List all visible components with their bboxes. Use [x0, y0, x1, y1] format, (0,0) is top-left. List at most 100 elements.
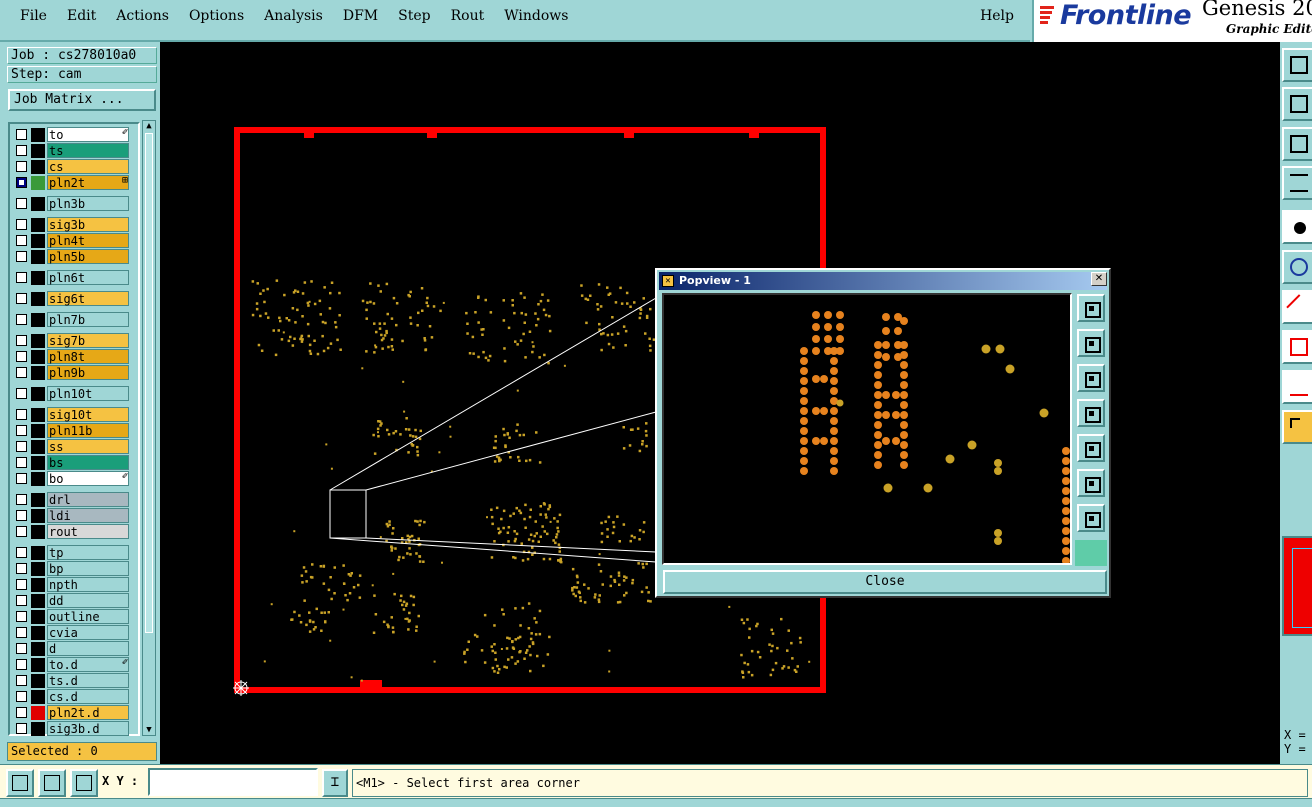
- scroll-thumb[interactable]: [145, 133, 153, 633]
- layer-checkbox[interactable]: [16, 388, 27, 399]
- layer-checkbox[interactable]: [16, 351, 27, 362]
- layer-name[interactable]: dd: [47, 593, 129, 608]
- layer-up-icon[interactable]: [1282, 48, 1312, 82]
- layer-checkbox[interactable]: [16, 547, 27, 558]
- zoom-in-icon[interactable]: [1077, 469, 1105, 497]
- popview-close-button[interactable]: Close: [663, 570, 1107, 594]
- layer-row-bo[interactable]: bo ✐: [12, 471, 130, 487]
- layer-checkbox[interactable]: [16, 611, 27, 622]
- menu-dfm[interactable]: DFM: [333, 6, 388, 26]
- layer-name[interactable]: bo: [47, 471, 129, 486]
- layer-name[interactable]: pln6t: [47, 270, 129, 285]
- layer-checkbox[interactable]: [16, 457, 27, 468]
- layer-color-swatch[interactable]: [31, 271, 45, 285]
- layer-color-swatch[interactable]: [31, 387, 45, 401]
- close-icon[interactable]: ✕: [1091, 272, 1107, 286]
- overview-map[interactable]: [1282, 536, 1312, 636]
- layer-name[interactable]: sig10t: [47, 407, 129, 422]
- menu-file[interactable]: File: [10, 6, 57, 26]
- layer-checkbox[interactable]: [16, 314, 27, 325]
- layer-name[interactable]: drl: [47, 492, 129, 507]
- job-matrix-button[interactable]: Job Matrix ...: [8, 89, 156, 111]
- layer-checkbox[interactable]: [16, 177, 27, 188]
- layer-row-pln10t[interactable]: pln10t: [12, 386, 130, 402]
- layer-checkbox[interactable]: [16, 425, 27, 436]
- layer-checkbox[interactable]: [16, 707, 27, 718]
- layer-color-swatch[interactable]: [31, 626, 45, 640]
- layer-color-swatch[interactable]: [31, 160, 45, 174]
- layer-name[interactable]: ss: [47, 439, 129, 454]
- menu-rout[interactable]: Rout: [441, 6, 495, 26]
- layer-checkbox[interactable]: [16, 129, 27, 140]
- layer-name[interactable]: pln10t: [47, 386, 129, 401]
- layer-name[interactable]: npth: [47, 577, 129, 592]
- layer-name[interactable]: sig7b: [47, 333, 129, 348]
- measure-icon[interactable]: [1282, 166, 1312, 200]
- layer-row-outline[interactable]: outline: [12, 609, 130, 625]
- menu-options[interactable]: Options: [179, 6, 254, 26]
- layer-row-sig7b[interactable]: sig7b: [12, 333, 130, 349]
- layer-row-to[interactable]: to ✐: [12, 127, 130, 143]
- layer-name[interactable]: cs: [47, 159, 129, 174]
- layer-checkbox[interactable]: [16, 627, 27, 638]
- layer-name[interactable]: pln2t: [47, 175, 129, 190]
- layer-row-pln7b[interactable]: pln7b: [12, 312, 130, 328]
- layer-color-swatch[interactable]: [31, 493, 45, 507]
- layer-checkbox[interactable]: [16, 293, 27, 304]
- layer-row-rout[interactable]: rout: [12, 524, 130, 540]
- layer-checkbox[interactable]: [16, 198, 27, 209]
- layer-row-pln8t[interactable]: pln8t: [12, 349, 130, 365]
- layer-row-cvia[interactable]: cvia: [12, 625, 130, 641]
- layer-color-swatch[interactable]: [31, 578, 45, 592]
- layer-checkbox[interactable]: [16, 473, 27, 484]
- layer-name[interactable]: cs.d: [47, 689, 129, 704]
- layer-row-pln11b[interactable]: pln11b: [12, 423, 130, 439]
- layer-row-pln6t[interactable]: pln6t: [12, 270, 130, 286]
- layer-checkbox[interactable]: [16, 675, 27, 686]
- layer-checkbox[interactable]: [16, 494, 27, 505]
- popview-window[interactable]: ✕ Popview - 1 ✕ Close: [655, 268, 1111, 598]
- layer-checkbox[interactable]: [16, 335, 27, 346]
- pad-tool-icon[interactable]: [1282, 210, 1312, 244]
- layer-row-pln5b[interactable]: pln5b: [12, 249, 130, 265]
- layer-color-swatch[interactable]: [31, 456, 45, 470]
- layer-color-swatch[interactable]: [31, 218, 45, 232]
- pan-up-icon[interactable]: [1077, 329, 1105, 357]
- layer-color-swatch[interactable]: [31, 366, 45, 380]
- layer-color-swatch[interactable]: [31, 706, 45, 720]
- menu-step[interactable]: Step: [388, 6, 440, 26]
- layer-name[interactable]: pln8t: [47, 349, 129, 364]
- layer-row-sig3b-d[interactable]: sig3b.d: [12, 721, 130, 737]
- layer-color-swatch[interactable]: [31, 722, 45, 736]
- layer-name[interactable]: bs: [47, 455, 129, 470]
- layer-name[interactable]: to.d: [47, 657, 129, 672]
- layer-name[interactable]: pln11b: [47, 423, 129, 438]
- window-menu-icon[interactable]: ✕: [662, 275, 674, 287]
- resize-icon[interactable]: [1282, 127, 1312, 161]
- angle-snap-icon[interactable]: [38, 769, 66, 797]
- xy-input[interactable]: [148, 768, 318, 796]
- layer-name[interactable]: pln9b: [47, 365, 129, 380]
- layer-row-pln3b[interactable]: pln3b: [12, 196, 130, 212]
- layer-color-swatch[interactable]: [31, 424, 45, 438]
- layer-checkbox[interactable]: [16, 691, 27, 702]
- layer-row-ts[interactable]: ts: [12, 143, 130, 159]
- polygon-tool-icon[interactable]: [1282, 370, 1312, 404]
- layer-row-d[interactable]: d: [12, 641, 130, 657]
- layer-checkbox[interactable]: [16, 161, 27, 172]
- layer-color-swatch[interactable]: [31, 610, 45, 624]
- cursor-bar-icon[interactable]: ⌶: [322, 769, 348, 797]
- shape-tool-icon[interactable]: [1282, 330, 1312, 364]
- menu-windows[interactable]: Windows: [494, 6, 578, 26]
- layer-checkbox[interactable]: [16, 409, 27, 420]
- pan-right-icon[interactable]: [1077, 434, 1105, 462]
- layer-name[interactable]: pln5b: [47, 249, 129, 264]
- layer-color-swatch[interactable]: [31, 292, 45, 306]
- popview-canvas[interactable]: [662, 293, 1072, 565]
- layer-scrollbar[interactable]: ▲ ▼: [142, 120, 156, 736]
- layer-color-swatch[interactable]: [31, 197, 45, 211]
- move-icon[interactable]: [1282, 87, 1312, 121]
- menu-analysis[interactable]: Analysis: [254, 6, 333, 26]
- layer-color-swatch[interactable]: [31, 144, 45, 158]
- layer-checkbox[interactable]: [16, 235, 27, 246]
